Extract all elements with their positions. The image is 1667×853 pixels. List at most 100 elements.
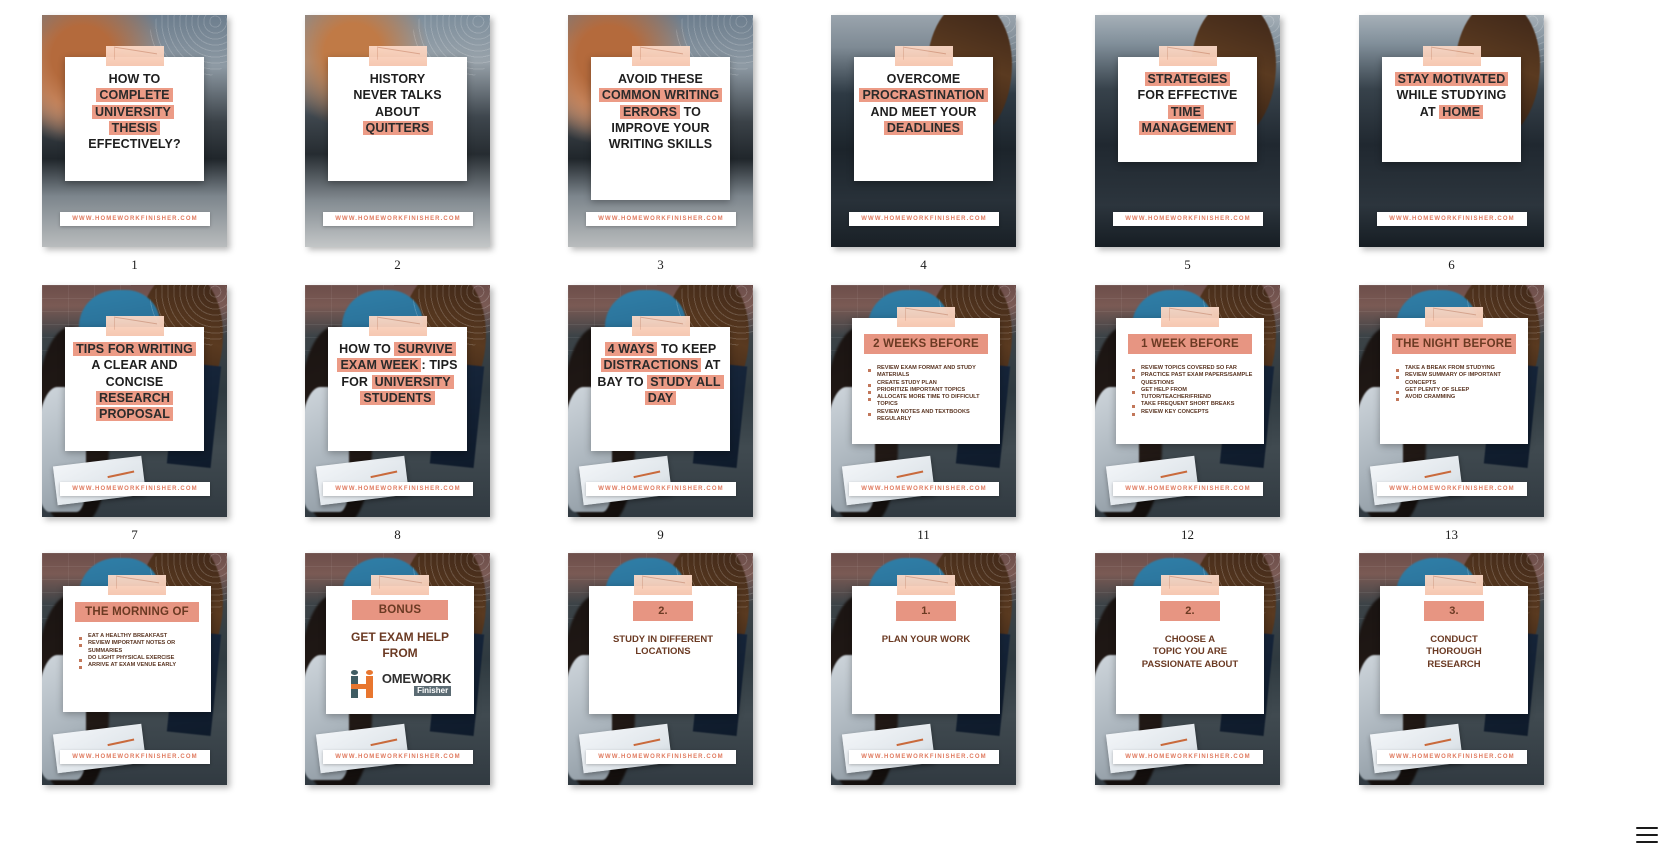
card-banner: 2.: [1160, 601, 1220, 621]
card-caption: 3: [657, 257, 664, 272]
thumbnail-card[interactable]: HISTORY NEVER TALKS ABOUT QUITTERS WWW.HOMEW…: [305, 15, 490, 247]
thumbnail-card[interactable]: 2 WEEKS BEFORE REVIEW EXAM FORMAT AND STU…: [831, 285, 1016, 517]
note-card: 2. STUDY IN DIFFERENT LOCATIONS: [589, 575, 737, 714]
note-card: OVERCOME PROCRASTINATION AND MEET YOUR DEAD…: [854, 46, 993, 181]
plain-word: AVOID THESE: [618, 72, 703, 86]
headline-line: OVERCOME: [859, 71, 988, 87]
body-line: LOCATIONS: [635, 646, 691, 658]
body-line: CHOOSE A: [1164, 634, 1216, 645]
note-card: HOW TO COMPLETE UNIVERSITY THESIS EFFECTIVE…: [65, 46, 204, 181]
body-line: GET EXAM HELP: [350, 630, 449, 644]
bullet-list: REVIEW TOPICS COVERED SO FAR PRACTICE PAS…: [1132, 365, 1254, 416]
bullet-item: TAKE FREQUENT SHORT BREAKS: [1132, 401, 1254, 409]
bullet-list: TAKE A BREAK FROM STUDYING REVIEW SUMMARY…: [1396, 365, 1518, 402]
site-url-bar: WWW.HOMEWORKFINISHER.COM: [1377, 212, 1527, 226]
washi-tape-icon: [897, 575, 955, 595]
headline-line: STAY MOTIVATED: [1387, 71, 1516, 87]
headline-line: QUITTERS: [333, 120, 462, 136]
thumbnail-card[interactable]: HOW TO SURVIVE EXAM WEEK: TIPS FOR UNIVERS…: [305, 285, 490, 517]
headline-text: HISTORY NEVER TALKS ABOUT QUITTERS: [333, 71, 462, 136]
card-body-text: CONDUCT THOROUGH RESEARCH: [1388, 634, 1520, 671]
thumbnail-card[interactable]: STAY MOTIVATED WHILE STUDYING AT HOME WWW.H…: [1359, 15, 1544, 247]
grid-cell: BONUS GET EXAM HELP FROM OMEWORK Finisher WWW…: [305, 553, 490, 785]
grid-cell: STRATEGIES FOR EFFECTIVE TIME MANAGEMENT WW…: [1095, 15, 1280, 272]
highlighted-word: DAY: [644, 390, 677, 405]
headline-line: EXAM WEEK: TIPS: [333, 357, 462, 373]
note-card: 1 WEEK BEFORE REVIEW TOPICS COVERED SO FA…: [1116, 307, 1264, 444]
highlighted-word: DISTRACTIONS: [600, 358, 702, 373]
thumbnail-card[interactable]: 1. PLAN YOUR WORK WWW.HOMEWORKFINISHER.COM: [831, 553, 1016, 785]
headline-text: HOW TO COMPLETE UNIVERSITY THESIS EFFECTIVE…: [70, 71, 199, 152]
thumbnail-card[interactable]: OVERCOME PROCRASTINATION AND MEET YOUR DEAD…: [831, 15, 1016, 247]
bullet-item: REVIEW EXAM FORMAT AND STUDY MATERIALS: [868, 365, 990, 380]
hamburger-bar: [1636, 834, 1658, 836]
highlighted-word: COMPLETE: [96, 88, 173, 103]
highlighted-word: COMMON WRITING: [598, 88, 723, 103]
thumbnail-card[interactable]: 4 WAYS TO KEEP DISTRACTIONS AT BAY TO STUD…: [568, 285, 753, 517]
site-url-bar: WWW.HOMEWORKFINISHER.COM: [586, 212, 736, 226]
hamburger-bar: [1636, 827, 1658, 829]
headline-line: UNIVERSITY THESIS: [70, 104, 199, 137]
card-caption: 9: [657, 527, 664, 542]
thumbnail-card[interactable]: TIPS FOR WRITING A CLEAR AND CONCISE RESEA…: [42, 285, 227, 517]
card-caption: 5: [1184, 257, 1191, 272]
headline-line: PROCRASTINATION: [859, 87, 988, 103]
headline-line: HOW TO: [70, 71, 199, 87]
note-card: BONUS GET EXAM HELP FROM OMEWORK Finisher: [326, 575, 474, 714]
headline-line: CONCISE RESEARCH: [70, 374, 199, 407]
headline-line: IMPROVE YOUR: [596, 120, 725, 136]
plain-word: HISTORY: [369, 72, 426, 86]
washi-tape-icon: [105, 46, 164, 66]
note-card: TIPS FOR WRITING A CLEAR AND CONCISE RESEA…: [65, 316, 204, 451]
washi-tape-icon: [1161, 575, 1219, 595]
bullet-list: REVIEW EXAM FORMAT AND STUDY MATERIALS CR…: [868, 365, 990, 423]
thumbnail-card[interactable]: THE MORNING OF EAT A HEALTHY BREAKFAST REV…: [42, 553, 227, 785]
card-body-text: GET EXAM HELP FROM: [334, 630, 466, 661]
thumbnail-card[interactable]: HOW TO COMPLETE UNIVERSITY THESIS EFFECTIVE…: [42, 15, 227, 247]
thumbnail-card[interactable]: THE NIGHT BEFORE TAKE A BREAK FROM STUDYI…: [1359, 285, 1544, 517]
grid-cell: 1 WEEK BEFORE REVIEW TOPICS COVERED SO FA…: [1095, 285, 1280, 542]
plain-word: NEVER TALKS: [353, 88, 442, 103]
headline-line: STUDENTS: [333, 390, 462, 406]
note-card: THE MORNING OF EAT A HEALTHY BREAKFAST REV…: [63, 575, 211, 712]
bullet-item: GET HELP FROM TUTOR/TEACHER/FRIEND: [1132, 387, 1254, 402]
bullet-item: AVOID CRAMMING: [1396, 394, 1518, 402]
headline-line: EFFECTIVELY?: [70, 136, 199, 152]
headline-line: AND MEET YOUR: [859, 104, 988, 120]
site-url-bar: WWW.HOMEWORKFINISHER.COM: [323, 212, 473, 226]
washi-tape-icon: [1161, 307, 1219, 327]
plain-word: WHILE STUDYING: [1396, 88, 1507, 103]
headline-line: DAY: [596, 390, 725, 406]
washi-tape-icon: [897, 307, 955, 327]
thumbnail-card[interactable]: 3. CONDUCT THOROUGH RESEARCH WWW.HOMEWORKFIN…: [1359, 553, 1544, 785]
washi-tape-icon: [631, 316, 690, 336]
thumbnail-card[interactable]: 1 WEEK BEFORE REVIEW TOPICS COVERED SO FA…: [1095, 285, 1280, 517]
card-banner: 2 WEEKS BEFORE: [864, 334, 988, 354]
thumbnail-card[interactable]: STRATEGIES FOR EFFECTIVE TIME MANAGEMENT WW…: [1095, 15, 1280, 247]
card-caption: 2: [394, 257, 401, 272]
body-line: PLAN YOUR WORK: [881, 634, 971, 645]
grid-cell: HOW TO COMPLETE UNIVERSITY THESIS EFFECTIVE…: [42, 15, 227, 272]
site-url-bar: WWW.HOMEWORKFINISHER.COM: [1377, 482, 1527, 496]
headline-line: A CLEAR AND: [70, 357, 199, 373]
note-card: 1. PLAN YOUR WORK: [852, 575, 1000, 714]
thumbnail-card[interactable]: AVOID THESE COMMON WRITING ERRORS TO IMPROV…: [568, 15, 753, 247]
thumbnail-card[interactable]: 2. CHOOSE A TOPIC YOU ARE PASSIONATE ABOUT W…: [1095, 553, 1280, 785]
plain-word: BAY TO: [597, 374, 648, 389]
row-1: HOW TO COMPLETE UNIVERSITY THESIS EFFECTIVE…: [0, 15, 1667, 280]
washi-tape-icon: [1158, 46, 1217, 66]
plain-word: TO KEEP: [657, 342, 717, 356]
highlighted-word: HOME: [1439, 104, 1484, 119]
hamburger-icon[interactable]: [1636, 827, 1658, 843]
washi-tape-icon: [1422, 46, 1481, 66]
logo-dot: [350, 670, 358, 675]
row-3: THE MORNING OF EAT A HEALTHY BREAKFAST REV…: [0, 553, 1667, 818]
headline-line: 4 WAYS TO KEEP: [596, 341, 725, 357]
thumbnail-card[interactable]: 2. STUDY IN DIFFERENT LOCATIONS WWW.HOMEWOR…: [568, 553, 753, 785]
thumbnail-card[interactable]: BONUS GET EXAM HELP FROM OMEWORK Finisher WWW…: [305, 553, 490, 785]
plain-word: A CLEAR AND: [91, 358, 178, 373]
headline-line: FOR EFFECTIVE: [1123, 87, 1252, 103]
headline-text: OVERCOME PROCRASTINATION AND MEET YOUR DEAD…: [859, 71, 988, 136]
bullet-item: ARRIVE AT EXAM VENUE EARLY: [79, 662, 201, 670]
homework-finisher-logo-icon: [349, 670, 379, 698]
